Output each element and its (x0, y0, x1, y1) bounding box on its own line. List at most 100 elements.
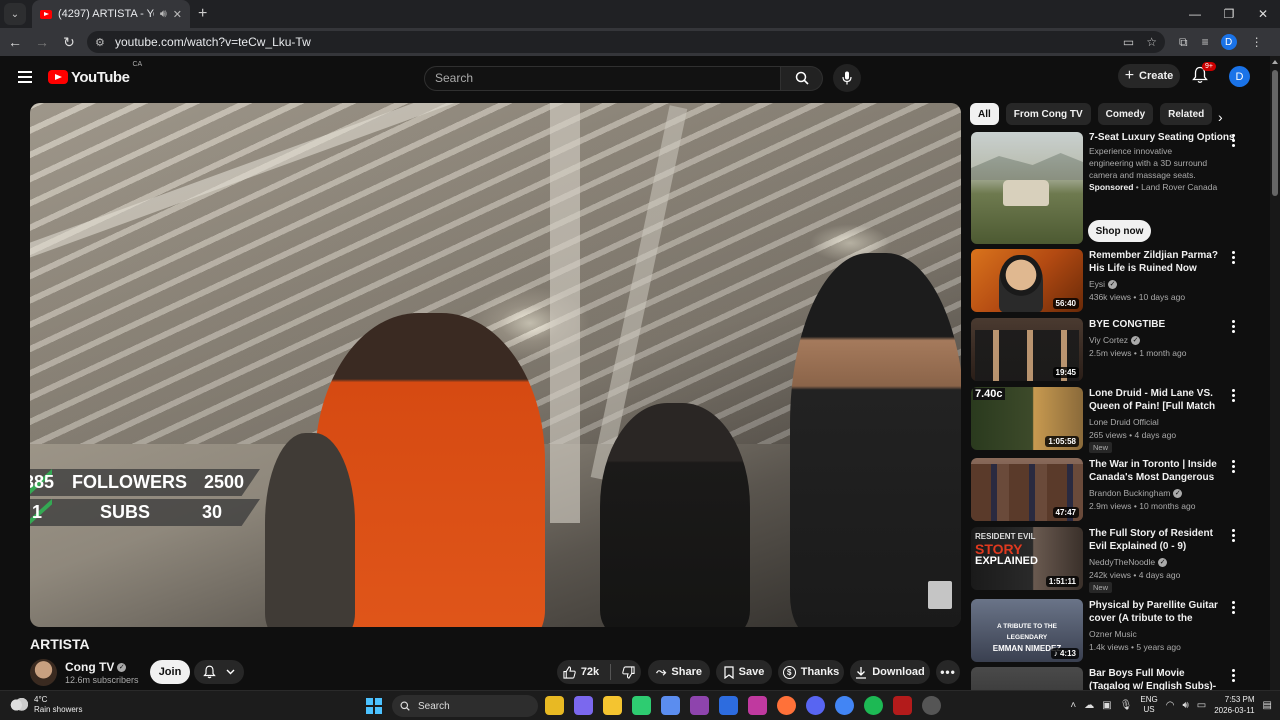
shop-now-button[interactable]: Shop now (1088, 220, 1151, 242)
chip-all[interactable]: All (970, 103, 999, 125)
video-thumbnail[interactable]: 56:40 (971, 249, 1083, 312)
youtube-logo[interactable]: YouTube CA (48, 61, 142, 86)
video-thumbnail[interactable]: 47:47 (971, 458, 1083, 521)
video-thumbnail[interactable]: RESIDENT EVIL STORY EXPLAINED 1:51:11 (971, 527, 1083, 590)
restore-icon[interactable]: ❐ (1212, 0, 1246, 28)
taskbar-search[interactable]: Search (392, 695, 538, 717)
recommendation-title[interactable]: Lone Druid - Mid Lane VS. Queen of Pain!… (1089, 387, 1223, 413)
video-player[interactable]: 385 FOLLOWERS 2500 1 SUBS 30 (30, 103, 961, 627)
chevron-up-icon[interactable]: ˄ (1070, 700, 1076, 711)
notification-center-icon[interactable]: ▤ (1263, 700, 1272, 711)
video-thumbnail[interactable]: 7.40c 1:05:58 (971, 387, 1083, 450)
save-button[interactable]: Save (716, 660, 772, 684)
close-tab-icon[interactable]: ✕ (173, 8, 182, 21)
forward-arrow-icon[interactable]: → (30, 30, 54, 54)
like-count[interactable]: 72k (581, 666, 599, 678)
volume-icon[interactable]: 🔊︎ (1182, 700, 1188, 711)
channel-name[interactable]: Cong TV ✓ (65, 660, 127, 674)
recommendation-channel[interactable]: Brandon Buckingham ✓ (1089, 487, 1183, 499)
chip-comedy[interactable]: Comedy (1097, 103, 1154, 125)
channel-name-text[interactable]: Cong TV (65, 660, 114, 674)
address-bar[interactable]: ⚙︎ youtube.com/watch?v=teCw_Lku-Tw ▭ ☆ (87, 31, 1165, 53)
more-options-icon[interactable] (1232, 460, 1235, 475)
wifi-icon[interactable]: ◠ (1166, 700, 1175, 711)
channel-avatar[interactable] (30, 659, 57, 686)
onedrive-icon[interactable]: ☁ (1084, 700, 1094, 711)
taskbar-app-icon[interactable] (690, 696, 709, 715)
recommendation-title[interactable]: The Full Story of Resident Evil Explaine… (1089, 527, 1223, 553)
site-info-icon[interactable]: ⚙︎ (95, 36, 109, 49)
browser-tab[interactable]: (4297) ARTISTA - YouTube 🔊︎ ✕ (32, 0, 190, 28)
taskbar-app-icon[interactable] (922, 696, 941, 715)
recommendation-item[interactable]: 47:47 The War in Toronto | Inside Canada… (971, 458, 1243, 521)
close-window-icon[interactable]: ✕ (1246, 0, 1280, 28)
channel-text[interactable]: Brandon Buckingham (1089, 488, 1170, 498)
extensions-icon[interactable]: ⧉ (1179, 35, 1188, 50)
media-controls-icon[interactable]: ≡ (1202, 35, 1209, 49)
xbox-icon[interactable] (632, 696, 651, 715)
more-options-icon[interactable] (1232, 601, 1235, 616)
recommendation-item[interactable]: 19:45 BYE CONGTIBE Viy Cortez ✓ 2.5m view… (971, 318, 1243, 381)
join-button[interactable]: Join (150, 660, 190, 684)
notifications-button[interactable]: 9+ (1192, 62, 1216, 86)
search-button[interactable] (781, 65, 823, 91)
recommendation-channel[interactable]: Viy Cortez ✓ (1089, 334, 1141, 346)
scroll-up-arrow-icon[interactable] (1272, 60, 1278, 64)
recommendation-title[interactable]: The War in Toronto | Inside Canada's Mos… (1089, 458, 1223, 484)
more-options-icon[interactable] (1232, 320, 1235, 335)
channel-text[interactable]: NeddyTheNoodle (1089, 557, 1155, 567)
more-actions-button[interactable]: ••• (936, 660, 960, 684)
spotify-icon[interactable] (864, 696, 883, 715)
more-options-icon[interactable] (1232, 529, 1235, 544)
recommendation-item[interactable]: 7.40c 1:05:58 Lone Druid - Mid Lane VS. … (971, 387, 1243, 453)
scrollbar-thumb[interactable] (1272, 70, 1278, 196)
more-options-icon[interactable] (1232, 669, 1235, 684)
page-scrollbar[interactable] (1270, 56, 1280, 690)
recommendation-channel[interactable]: Ozner Music (1089, 628, 1137, 640)
file-explorer-icon[interactable] (603, 696, 622, 715)
channel-text[interactable]: Eysi (1089, 279, 1105, 289)
minimize-icon[interactable]: — (1178, 0, 1212, 28)
share-button[interactable]: ⤳ Share (648, 660, 710, 684)
input-language[interactable]: ENG US (1140, 695, 1157, 715)
recommendation-item[interactable]: Bar Boys Full Movie (Tagalog w/ English … (971, 667, 1243, 690)
chevron-right-icon[interactable]: › (1218, 109, 1223, 125)
recommendation-title[interactable]: BYE CONGTIBE (1089, 318, 1223, 331)
chip-from-cong-tv[interactable]: From Cong TV (1005, 103, 1091, 125)
taskbar-clock[interactable]: 7:53 PM 2026-03-11 (1214, 694, 1254, 716)
download-button[interactable]: Download (850, 660, 930, 684)
voice-search-button[interactable] (833, 64, 861, 92)
dislike-icon[interactable] (622, 665, 635, 679)
weather-widget[interactable]: 4°C Rain showers (10, 695, 82, 715)
windows-start-icon[interactable] (366, 698, 382, 714)
ad-thumbnail[interactable] (971, 132, 1083, 244)
sponsored-ad[interactable]: 7-Seat Luxury Seating Options Experience… (971, 132, 1243, 244)
url-text[interactable]: youtube.com/watch?v=teCw_Lku-Tw (115, 35, 1111, 49)
firefox-icon[interactable] (777, 696, 796, 715)
more-options-icon[interactable] (1232, 389, 1235, 404)
taskbar-app-icon[interactable] (661, 696, 680, 715)
recommendation-channel[interactable]: Eysi ✓ (1089, 278, 1118, 290)
video-thumbnail[interactable] (971, 667, 1083, 690)
search-input[interactable]: Search (424, 65, 781, 91)
video-thumbnail[interactable]: A TRIBUTE TO THE LEGENDARY EMMAN NIMEDEZ… (971, 599, 1083, 662)
recommendation-title[interactable]: Physical by Parellite Guitar cover (A tr… (1089, 599, 1223, 625)
battery-icon[interactable]: ▭ (1197, 700, 1206, 711)
recommendation-item[interactable]: A TRIBUTE TO THE LEGENDARY EMMAN NIMEDEZ… (971, 599, 1243, 662)
chrome-icon[interactable] (835, 696, 854, 715)
recommendation-item[interactable]: RESIDENT EVIL STORY EXPLAINED 1:51:11 Th… (971, 527, 1243, 593)
browser-menu-icon[interactable]: ⋮ (1251, 35, 1263, 49)
speaker-icon[interactable]: 🔊︎ (160, 8, 167, 21)
channel-text[interactable]: Viy Cortez (1089, 335, 1128, 345)
menu-hamburger-icon[interactable] (18, 68, 32, 86)
recommendation-channel[interactable]: NeddyTheNoodle ✓ (1089, 556, 1168, 568)
subscription-bell-button[interactable] (194, 660, 244, 684)
channel-watermark[interactable] (928, 581, 952, 609)
browser-profile-avatar[interactable]: D (1220, 34, 1237, 50)
tray-app-icon[interactable]: ▣ (1102, 700, 1111, 711)
taskbar-app-icon[interactable] (545, 696, 564, 715)
recommendation-title[interactable]: Remember Zildjian Parma? His Life is Rui… (1089, 249, 1223, 275)
like-icon[interactable] (563, 665, 576, 679)
reload-icon[interactable]: ↻ (57, 30, 81, 54)
zoom-icon[interactable] (719, 696, 738, 715)
